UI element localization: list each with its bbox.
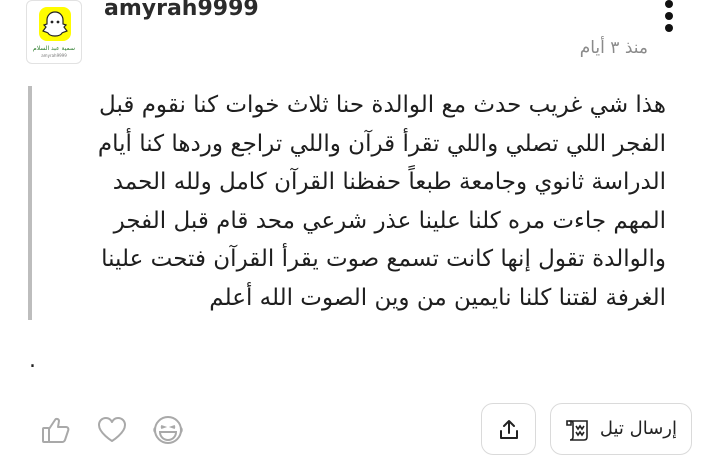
like-icon[interactable]: [40, 414, 72, 446]
avatar-caption: سمية عبد السلام: [32, 45, 76, 52]
scroll-icon: [566, 420, 588, 441]
post-timestamp: منذ ٣ أيام: [579, 38, 648, 58]
username[interactable]: amyrah9999: [104, 0, 259, 21]
share-button[interactable]: [481, 403, 536, 455]
laugh-icon[interactable]: [152, 414, 184, 446]
more-icon[interactable]: [660, 0, 680, 34]
trailing-text: .: [29, 348, 36, 373]
post-body: هذا شي غريب حدث مع الوالدة حنا ثلاث خوات…: [97, 92, 666, 311]
avatar-subcaption: amyrah9999: [41, 53, 67, 58]
snapchat-ghost-icon: [39, 7, 71, 41]
send-tale-label: إرسال تيل: [599, 418, 677, 439]
avatar[interactable]: سمية عبد السلام amyrah9999: [26, 0, 82, 64]
heart-icon[interactable]: [96, 414, 128, 446]
share-icon: [500, 420, 518, 439]
send-tale-button[interactable]: إرسال تيل: [550, 403, 692, 455]
post-quote: هذا شي غريب حدث مع الوالدة حنا ثلاث خوات…: [28, 86, 674, 320]
